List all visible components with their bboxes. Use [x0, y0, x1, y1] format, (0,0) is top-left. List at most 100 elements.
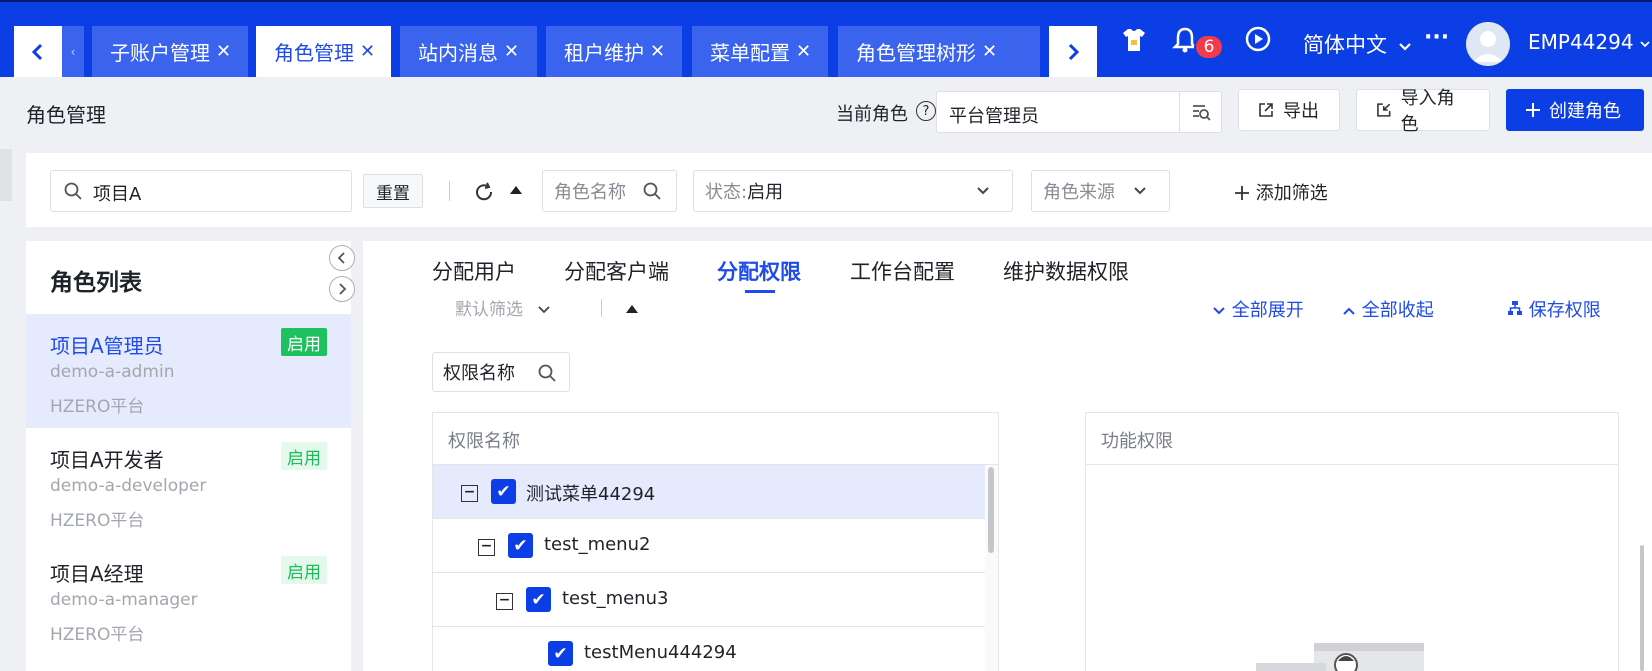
tab-assign-users[interactable]: 分配用户 [432, 256, 516, 286]
more-icon[interactable]: ··· [1424, 25, 1449, 50]
permission-search-placeholder: 权限名称 [443, 363, 515, 384]
close-icon[interactable]: ✕ [650, 41, 665, 62]
role-code: demo-a-developer [50, 476, 207, 496]
search-icon [64, 182, 82, 200]
app-root: { "tabs": [ {"label": "子账户管理", "close": … [0, 0, 1652, 671]
checkbox-checked-icon[interactable]: ✔ [508, 533, 533, 558]
close-icon[interactable]: ✕ [982, 41, 997, 62]
search-icon [643, 182, 661, 200]
tab-label: 子账户管理 [110, 41, 210, 65]
import-label: 导入角色 [1400, 88, 1455, 135]
tree-node-label: test_menu2 [544, 534, 651, 555]
notification-badge: 6 [1194, 34, 1224, 60]
role-code: demo-a-admin [50, 362, 175, 382]
user-menu[interactable]: EMP44294 [1528, 30, 1650, 54]
tabs-scroll-right-button[interactable] [1049, 26, 1097, 77]
checkbox-checked-icon[interactable]: ✔ [548, 641, 573, 666]
permission-panel: 分配用户 分配客户端 分配权限 工作台配置 维护数据权限 默认筛选 全部展开 全… [363, 241, 1652, 671]
role-list-item[interactable]: 项目A经理 demo-a-manager HZERO平台 启用 [26, 542, 351, 656]
permission-tree: 权限名称 − ✔ 测试菜单44294 − ✔ test_menu2 − ✔ te… [432, 412, 999, 671]
collapse-all-button[interactable]: 全部收起 [1342, 296, 1434, 322]
collapse-up-icon[interactable] [508, 183, 524, 197]
export-label: 导出 [1283, 101, 1319, 122]
reset-button[interactable]: 重置 [363, 174, 423, 208]
language-selector[interactable]: 简体中文 [1303, 29, 1412, 59]
status-badge: 启用 [281, 328, 327, 356]
tree-node[interactable]: − ✔ 测试菜单44294 [433, 465, 985, 519]
language-label: 简体中文 [1303, 33, 1387, 57]
expand-all-button[interactable]: 全部展开 [1212, 296, 1304, 322]
create-label: 创建角色 [1549, 101, 1621, 122]
tab-role-management[interactable]: 角色管理 ✕ [256, 26, 391, 77]
role-source-filter[interactable]: 角色来源 [1031, 170, 1170, 212]
tabs-overflow-indicator: ‹ [62, 26, 84, 77]
scrollbar-thumb[interactable] [988, 467, 994, 553]
import-role-button[interactable]: 导入角色 [1356, 88, 1490, 135]
tab-site-messages[interactable]: 站内消息 ✕ [400, 26, 537, 77]
chevron-left-icon [31, 43, 43, 60]
status-label: 状态: [705, 182, 748, 203]
close-icon[interactable]: ✕ [216, 41, 231, 62]
close-icon[interactable]: ✕ [360, 41, 375, 62]
role-code: demo-a-manager [50, 590, 198, 610]
checkbox-checked-icon[interactable]: ✔ [491, 479, 516, 504]
add-filter-button[interactable]: 添加筛选 [1234, 179, 1328, 205]
role-list-item[interactable]: 项目A开发者 demo-a-developer HZERO平台 启用 [26, 428, 351, 542]
tab-role-tree[interactable]: 角色管理树形 ✕ [838, 26, 1040, 77]
tabs-scroll-left-button[interactable] [14, 26, 62, 77]
checkbox-checked-icon[interactable]: ✔ [526, 587, 551, 612]
tshirt-icon[interactable] [1120, 26, 1148, 60]
tab-label: 租户维护 [564, 41, 644, 65]
tree-node[interactable]: − ✔ test_menu2 [433, 519, 985, 573]
tab-label: 角色管理树形 [856, 41, 976, 65]
plus-icon [1235, 186, 1249, 200]
tab-menu-config[interactable]: 菜单配置 ✕ [692, 26, 828, 77]
role-search-input[interactable]: 项目A [50, 170, 352, 212]
expand-right-button[interactable] [329, 276, 355, 302]
tree-node-label: test_menu3 [562, 588, 669, 609]
chevron-down-icon [1640, 41, 1650, 48]
add-filter-label: 添加筛选 [1255, 183, 1328, 204]
export-button[interactable]: 导出 [1238, 89, 1340, 131]
role-lookup-button[interactable] [1179, 92, 1221, 132]
chevron-down-icon [538, 306, 551, 314]
collapse-left-button[interactable] [329, 245, 355, 271]
collapse-node-icon[interactable]: − [496, 593, 513, 610]
page-scrollbar[interactable] [1640, 545, 1644, 671]
close-icon[interactable]: ✕ [504, 41, 519, 62]
default-filter-select[interactable]: 默认筛选 [455, 295, 551, 320]
role-source: HZERO平台 [50, 625, 145, 645]
close-icon[interactable]: ✕ [796, 41, 811, 62]
page-title: 角色管理 [26, 103, 106, 127]
expand-all-label: 全部展开 [1231, 300, 1304, 321]
empty-illustration-icon [1256, 643, 1424, 671]
tree-scrollbar[interactable] [985, 465, 998, 671]
collapse-node-icon[interactable]: − [478, 539, 495, 556]
tab-assign-permissions[interactable]: 分配权限 [717, 256, 801, 286]
tab-label: 站内消息 [418, 41, 498, 65]
plus-icon [1526, 103, 1540, 117]
tab-data-permissions[interactable]: 维护数据权限 [1003, 256, 1129, 286]
collapse-up-icon[interactable] [625, 303, 639, 315]
current-role-select[interactable]: 平台管理员 [936, 91, 1222, 133]
collapse-node-icon[interactable]: − [461, 485, 478, 502]
tab-workbench-config[interactable]: 工作台配置 [850, 256, 955, 286]
tab-tenant-maintenance[interactable]: 租户维护 ✕ [546, 26, 682, 77]
tree-node[interactable]: ✔ testMenu444294 [433, 627, 985, 671]
status-filter[interactable]: 状态: 启用 [693, 170, 1013, 212]
tab-sub-account[interactable]: 子账户管理 ✕ [92, 26, 248, 77]
role-name-filter[interactable]: 角色名称 [542, 170, 677, 212]
play-icon[interactable] [1245, 26, 1271, 58]
tree-node[interactable]: − ✔ test_menu3 [433, 573, 985, 627]
divider [449, 181, 450, 201]
avatar[interactable] [1466, 22, 1510, 66]
save-permissions-button[interactable]: 保存权限 [1507, 296, 1601, 322]
refresh-icon[interactable] [473, 181, 495, 203]
tab-assign-clients[interactable]: 分配客户端 [564, 256, 669, 286]
permission-name-search[interactable]: 权限名称 [432, 352, 570, 392]
chevron-up-icon [1343, 307, 1355, 315]
role-list-item[interactable]: 项目A管理员 demo-a-admin HZERO平台 启用 [26, 314, 351, 428]
create-role-button[interactable]: 创建角色 [1506, 89, 1644, 131]
help-icon[interactable]: ? [916, 101, 936, 121]
chevron-down-icon [977, 187, 989, 195]
